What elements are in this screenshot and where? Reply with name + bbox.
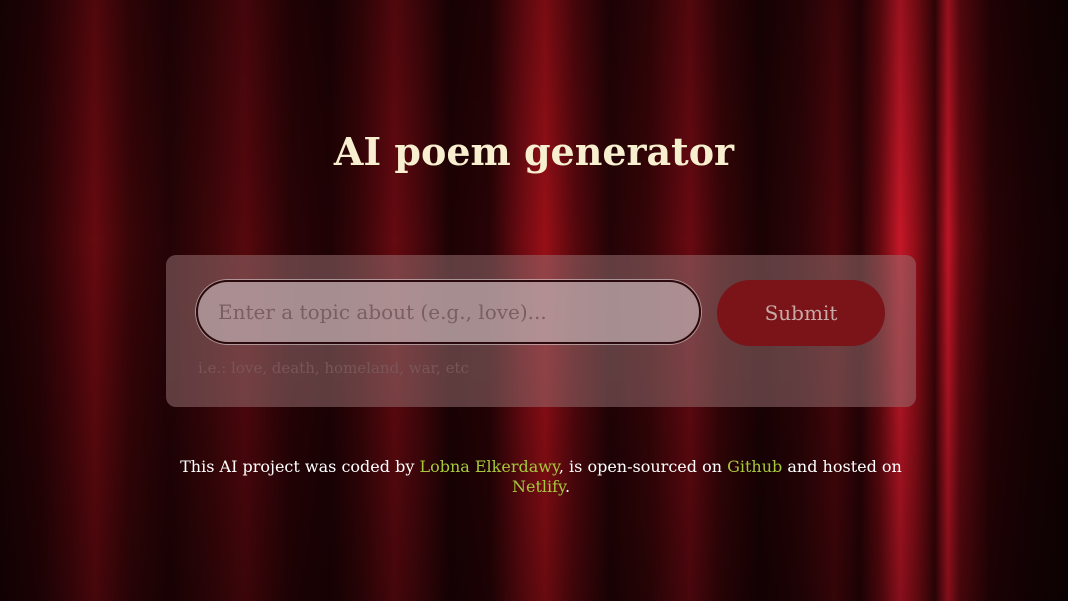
footer-text-4: . bbox=[564, 477, 571, 496]
footer-text-2: , is open-sourced on bbox=[558, 457, 728, 476]
page-title: AI poem generator bbox=[333, 129, 735, 174]
github-link[interactable]: Github bbox=[727, 457, 782, 476]
footer: This AI project was coded by Lobna Elker… bbox=[180, 457, 902, 497]
footer-text-3: and hosted on bbox=[782, 457, 902, 476]
poem-form: Submit i.e.: love, death, homeland, war,… bbox=[166, 255, 916, 407]
input-hint: i.e.: love, death, homeland, war, etc bbox=[198, 359, 469, 377]
submit-button[interactable]: Submit bbox=[717, 280, 885, 346]
author-link[interactable]: Lobna Elkerdawy bbox=[419, 457, 558, 476]
footer-text-1: This AI project was coded by bbox=[180, 457, 420, 476]
topic-input[interactable] bbox=[196, 280, 701, 344]
netlify-link[interactable]: Netlify bbox=[512, 477, 565, 496]
